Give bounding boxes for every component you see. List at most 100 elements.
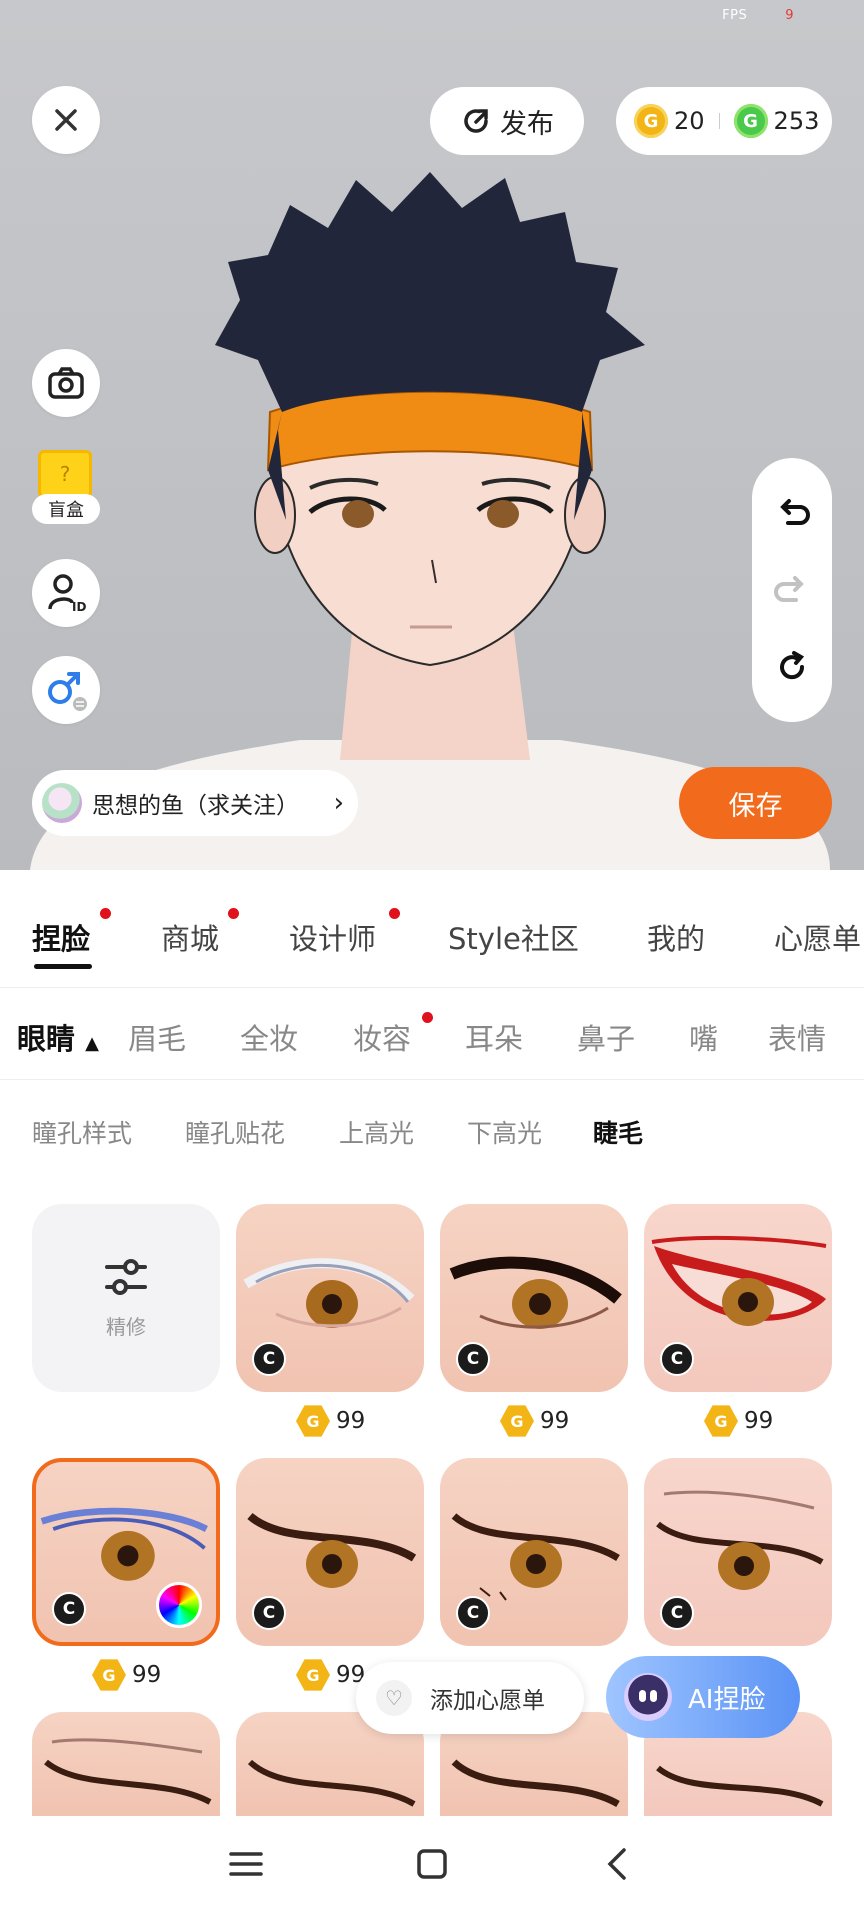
finetune-label: 精修: [106, 1314, 146, 1339]
item-price: G 99: [92, 1658, 161, 1692]
color-picker-icon[interactable]: [156, 1582, 202, 1628]
subtab-label: 眼睛: [17, 1022, 76, 1056]
ai-face-button[interactable]: AI捏脸: [606, 1656, 800, 1738]
subsub-eyelashes[interactable]: 睫毛: [593, 1114, 643, 1150]
notification-dot: [389, 908, 400, 919]
finetune-button[interactable]: 精修: [32, 1204, 220, 1392]
eye-part-tabs: 瞳孔样式 瞳孔贴花 上高光 下高光 睫毛: [0, 1080, 864, 1180]
publish-refresh-icon: [464, 109, 488, 133]
author-card[interactable]: 思想的鱼（求关注） ›: [32, 770, 358, 836]
tab-face[interactable]: 捏脸: [32, 916, 90, 958]
item-price: G 99: [500, 1404, 569, 1438]
item-price: G 99: [296, 1404, 365, 1438]
chevron-right-icon: ›: [333, 788, 344, 818]
gold-coin-count: 20: [674, 107, 705, 135]
creator-badge: C: [456, 1596, 490, 1630]
screenshot-button[interactable]: [32, 349, 100, 417]
home-square-icon[interactable]: [414, 1846, 450, 1882]
blindbox-label: 盲盒: [32, 494, 100, 524]
gender-switch-icon: [48, 672, 87, 711]
gender-switch-button[interactable]: [32, 656, 100, 724]
close-icon: [55, 109, 77, 131]
profile-id-button[interactable]: ID: [32, 559, 100, 627]
close-button[interactable]: [32, 86, 100, 154]
creator-badge: C: [456, 1342, 490, 1376]
ai-face-label: AI捏脸: [688, 1684, 766, 1715]
redo-icon[interactable]: [774, 572, 810, 608]
eyelash-item[interactable]: [32, 1712, 220, 1816]
profile-id-icon: ID: [48, 574, 86, 613]
subtab-mouth[interactable]: 嘴: [689, 1016, 718, 1058]
fps-counter: FPS 9: [722, 8, 794, 23]
tab-mine[interactable]: 我的: [647, 916, 705, 958]
author-avatar: [42, 783, 82, 823]
coin-icon: G: [500, 1405, 534, 1437]
svg-text:ID: ID: [72, 600, 86, 613]
eyelash-item[interactable]: C: [440, 1204, 628, 1392]
eyelash-item[interactable]: C: [644, 1204, 832, 1392]
author-name: 思想的鱼（求关注）: [92, 793, 299, 819]
coin-icon: G: [92, 1659, 126, 1691]
heart-icon: ♡: [376, 1680, 412, 1716]
eyelash-item[interactable]: C: [236, 1204, 424, 1392]
creator-badge: C: [252, 1342, 286, 1376]
creator-badge: C: [660, 1596, 694, 1630]
add-wishlist-label: 添加心愿单: [430, 1688, 545, 1714]
subtab-expression[interactable]: 表情: [768, 1016, 826, 1058]
creator-badge: C: [52, 1592, 86, 1626]
subsub-pupil-decal[interactable]: 瞳孔贴花: [185, 1114, 285, 1150]
tab-style-community[interactable]: Style社区: [448, 916, 579, 958]
subsub-upper-highlight[interactable]: 上高光: [339, 1114, 414, 1150]
notification-dot: [422, 1012, 433, 1023]
subtab-full-makeup[interactable]: 全妆: [240, 1016, 298, 1058]
currency-balance[interactable]: G 20 G 253: [616, 87, 832, 155]
eyelash-item[interactable]: C: [644, 1458, 832, 1646]
avatar-stage[interactable]: FPS 9 发布 G 20 G 253 ? 盲盒 ID 思想的鱼（求关注） › 保…: [0, 0, 864, 870]
divider: [718, 113, 720, 129]
notification-dot: [100, 908, 111, 919]
back-icon[interactable]: [600, 1846, 636, 1882]
item-price: G 99: [296, 1658, 365, 1692]
subtab-eyebrows[interactable]: 眉毛: [128, 1016, 186, 1058]
coin-icon: G: [704, 1405, 738, 1437]
creator-badge: C: [252, 1596, 286, 1630]
gold-coin-icon: G: [634, 104, 668, 138]
green-coin-icon: G: [733, 104, 768, 138]
eyelash-preview: [44, 1738, 212, 1805]
publish-label: 发布: [500, 108, 554, 140]
publish-button[interactable]: 发布: [430, 87, 584, 155]
undo-icon[interactable]: [774, 495, 810, 531]
system-nav-bar: [0, 1816, 864, 1920]
subtab-eyes[interactable]: 眼睛 ▲: [17, 1016, 99, 1058]
subtab-ears[interactable]: 耳朵: [465, 1016, 523, 1058]
eyelash-item[interactable]: C: [236, 1458, 424, 1646]
menu-icon[interactable]: [228, 1846, 264, 1882]
notification-dot: [228, 908, 239, 919]
subsub-pupil-style[interactable]: 瞳孔样式: [32, 1114, 132, 1150]
reset-icon[interactable]: [774, 649, 810, 685]
eyelash-item[interactable]: C: [440, 1458, 628, 1646]
tab-designer[interactable]: 设计师: [289, 916, 376, 958]
subtab-nose[interactable]: 鼻子: [577, 1016, 635, 1058]
green-coin-count: 253: [773, 107, 820, 135]
sliders-icon: [105, 1258, 147, 1295]
ai-robot-icon: [624, 1673, 672, 1721]
subsub-lower-highlight[interactable]: 下高光: [467, 1114, 542, 1150]
creator-badge: C: [660, 1342, 694, 1376]
add-wishlist-button[interactable]: ♡ 添加心愿单: [356, 1662, 584, 1734]
main-tabs: 捏脸 商城 设计师 Style社区 我的 心愿单: [0, 870, 864, 988]
caret-up-icon: ▲: [85, 1033, 99, 1054]
feature-tabs: 眼睛 ▲ 眉毛 全妆 妆容 耳朵 鼻子 嘴 表情: [0, 988, 864, 1080]
tab-wishlist[interactable]: 心愿单: [774, 916, 861, 958]
blindbox-icon: ?: [38, 450, 92, 498]
camera-icon: [48, 367, 84, 399]
subtab-makeup[interactable]: 妆容: [353, 1016, 411, 1058]
coin-icon: G: [296, 1659, 330, 1691]
save-button[interactable]: 保存: [679, 767, 832, 839]
coin-icon: G: [296, 1405, 330, 1437]
history-panel: [752, 458, 832, 722]
item-price: G 99: [704, 1404, 773, 1438]
tab-shop[interactable]: 商城: [161, 916, 219, 958]
active-tab-indicator: [34, 964, 92, 969]
eyelash-item-selected[interactable]: C: [32, 1458, 220, 1646]
